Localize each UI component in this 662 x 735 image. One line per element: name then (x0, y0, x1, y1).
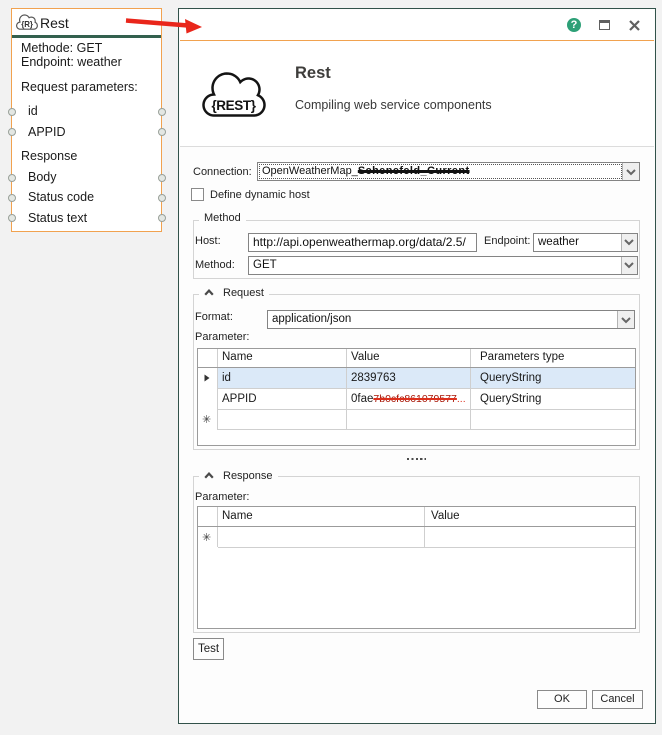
svg-text:{REST}: {REST} (211, 98, 256, 113)
svg-text:{R}: {R} (21, 20, 33, 29)
